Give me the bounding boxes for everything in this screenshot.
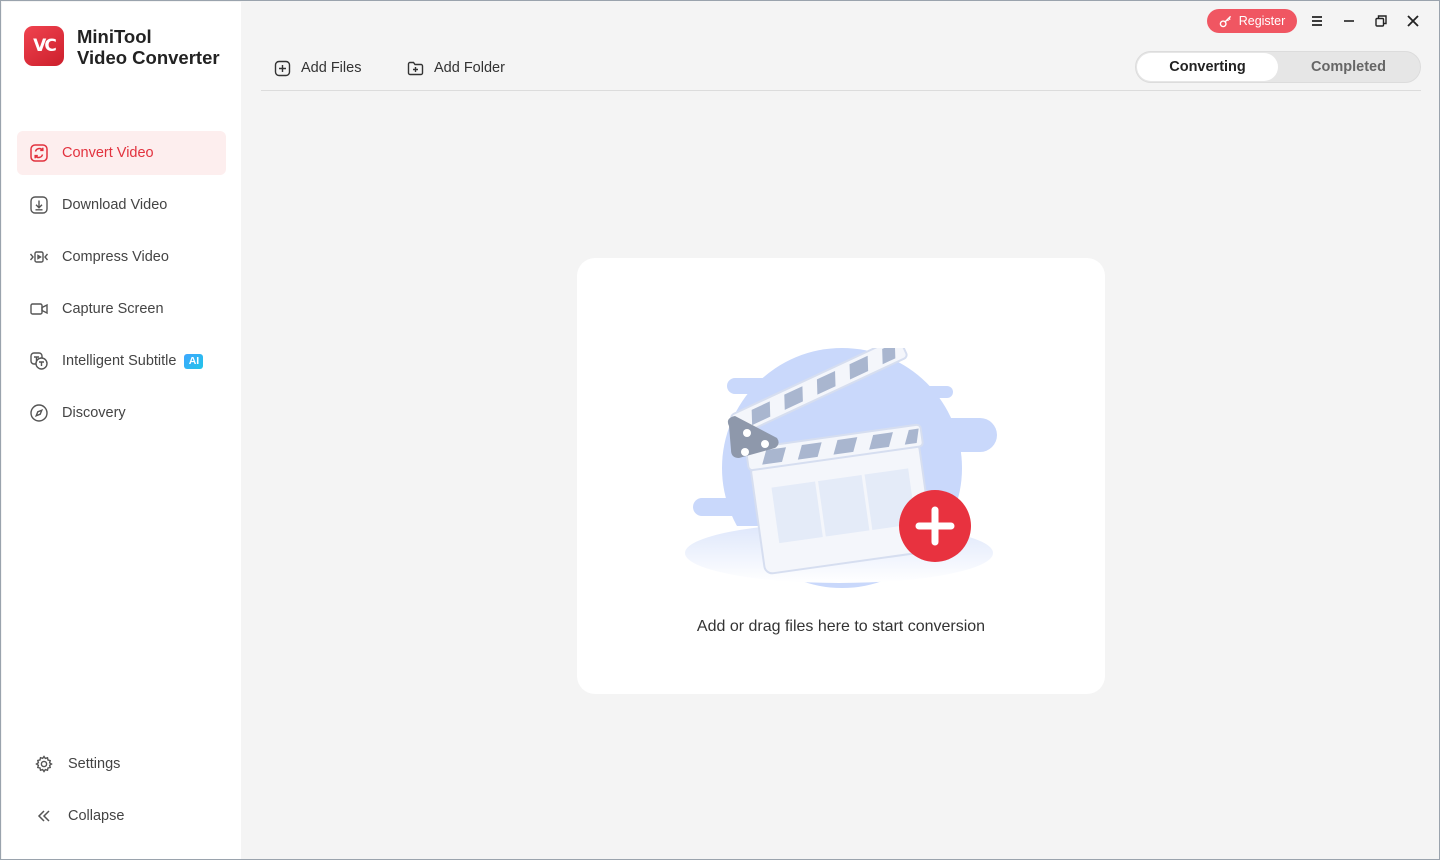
- settings-button[interactable]: Settings: [34, 742, 224, 786]
- register-label: Register: [1238, 14, 1286, 28]
- sidebar-item-intelligent-subtitle[interactable]: Intelligent Subtitle AI: [17, 339, 226, 383]
- sidebar-item-capture-screen[interactable]: Capture Screen: [17, 287, 226, 331]
- minimize-button[interactable]: [1339, 11, 1359, 31]
- clapperboard-add-illustration: [677, 348, 1005, 588]
- compass-icon: [29, 403, 49, 423]
- register-button[interactable]: Register: [1207, 9, 1297, 33]
- add-folder-icon: [407, 61, 424, 75]
- sidebar-item-label: Convert Video: [62, 145, 154, 161]
- compress-icon: [29, 247, 49, 267]
- sidebar-item-label: Intelligent Subtitle: [62, 353, 177, 369]
- double-chevron-left-icon: [34, 806, 54, 826]
- ai-badge: AI: [184, 353, 204, 369]
- restore-button[interactable]: [1371, 11, 1391, 31]
- sidebar-item-label: Capture Screen: [62, 301, 164, 317]
- app-window: VC MiniTool Video Converter Convert Vide…: [0, 0, 1440, 860]
- camera-icon: [29, 299, 49, 319]
- sidebar-item-convert-video[interactable]: Convert Video: [17, 131, 226, 175]
- restore-icon: [1375, 15, 1387, 27]
- add-file-icon: [274, 60, 291, 76]
- download-icon: [29, 195, 49, 215]
- app-logo: VC: [24, 26, 64, 66]
- sidebar-item-label: Download Video: [62, 197, 168, 213]
- drop-zone-message: Add or drag files here to start conversi…: [696, 618, 986, 635]
- sidebar-item-label: Discovery: [62, 405, 126, 421]
- gear-icon: [34, 754, 54, 774]
- convert-icon: [29, 143, 49, 163]
- menu-button[interactable]: [1307, 11, 1327, 31]
- add-files-button[interactable]: Add Files: [274, 57, 361, 79]
- sidebar-item-compress-video[interactable]: Compress Video: [17, 235, 226, 279]
- file-drop-zone[interactable]: Add or drag files here to start conversi…: [577, 258, 1105, 694]
- key-icon: [1219, 15, 1231, 27]
- tab-completed[interactable]: Completed: [1278, 53, 1419, 81]
- subtitle-icon: [29, 351, 49, 371]
- sidebar: VC MiniTool Video Converter Convert Vide…: [2, 2, 241, 859]
- app-name: MiniTool Video Converter: [77, 26, 220, 68]
- add-folder-label: Add Folder: [434, 60, 505, 76]
- minimize-icon: [1344, 20, 1354, 22]
- tab-converting[interactable]: Converting: [1137, 53, 1278, 81]
- hamburger-icon: [1312, 16, 1322, 26]
- sidebar-nav: Convert Video Download Video Compress Vi…: [17, 131, 226, 443]
- sidebar-item-download-video[interactable]: Download Video: [17, 183, 226, 227]
- toolbar-divider: [261, 90, 1421, 91]
- sidebar-item-label: Compress Video: [62, 249, 169, 265]
- close-icon: [1407, 15, 1419, 27]
- status-tabs: Converting Completed: [1135, 51, 1421, 83]
- app-name-line1: MiniTool: [77, 26, 152, 47]
- settings-label: Settings: [68, 756, 121, 772]
- close-button[interactable]: [1403, 11, 1423, 31]
- collapse-label: Collapse: [68, 808, 125, 824]
- brand: VC MiniTool Video Converter: [24, 26, 220, 68]
- sidebar-item-discovery[interactable]: Discovery: [17, 391, 226, 435]
- add-files-label: Add Files: [301, 60, 362, 76]
- sidebar-bottom: Settings Collapse: [34, 742, 224, 846]
- app-name-line2: Video Converter: [77, 47, 220, 68]
- add-folder-button[interactable]: Add Folder: [407, 57, 505, 79]
- collapse-button[interactable]: Collapse: [34, 794, 224, 838]
